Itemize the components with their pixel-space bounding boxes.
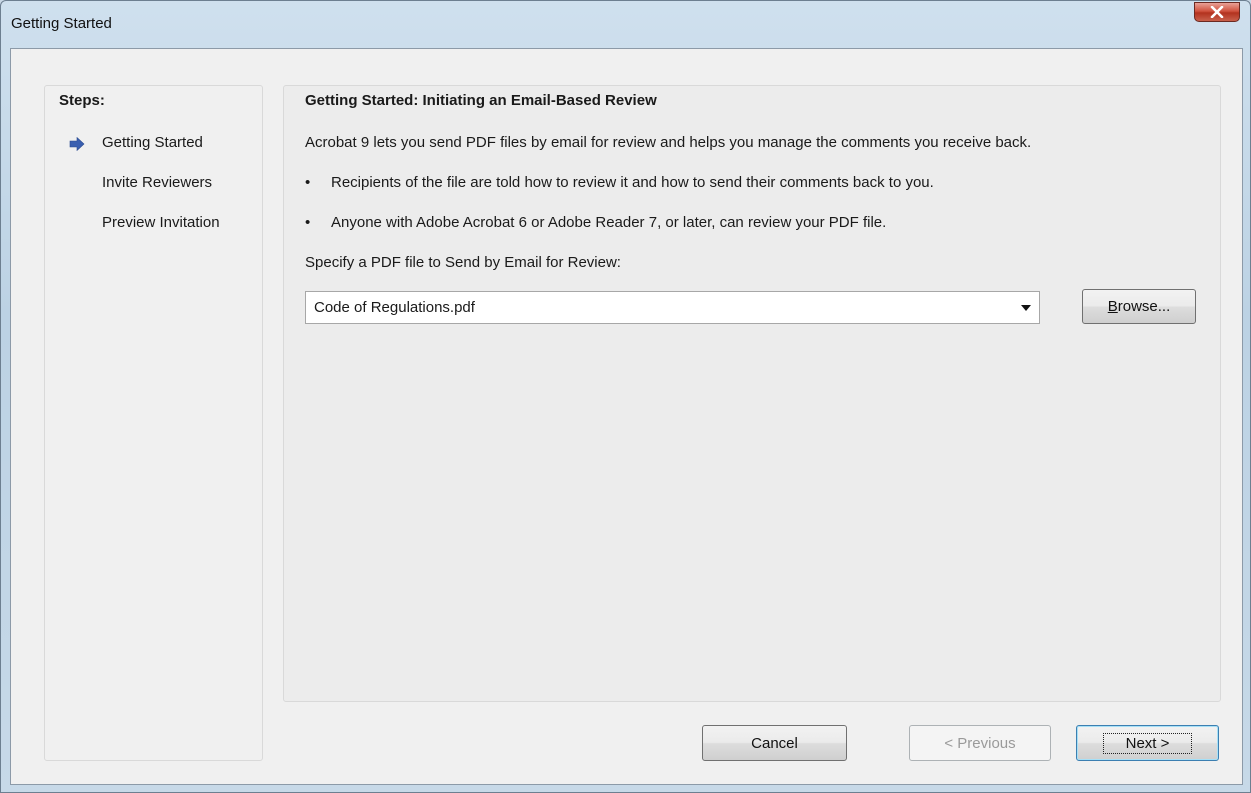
file-select-label: Specify a PDF file to Send by Email for … [305, 254, 621, 271]
previous-button[interactable]: < Previous [909, 725, 1051, 761]
cancel-button[interactable]: Cancel [702, 725, 847, 761]
browse-button[interactable]: Browse... [1082, 289, 1196, 324]
window-title: Getting Started [11, 15, 112, 32]
browse-label: Browse... [1107, 298, 1171, 315]
previous-label: < Previous [944, 734, 1016, 752]
bullet-text: Recipients of the file are told how to r… [331, 174, 934, 191]
pdf-file-combobox[interactable]: Code of Regulations.pdf [305, 291, 1040, 324]
pdf-file-value: Code of Regulations.pdf [314, 299, 475, 316]
dropdown-button[interactable] [1013, 292, 1039, 323]
close-icon [1210, 6, 1224, 18]
step-preview-invitation: Preview Invitation [102, 214, 220, 231]
main-panel: Getting Started: Initiating an Email-Bas… [283, 85, 1221, 702]
arrow-right-icon [69, 137, 85, 151]
dialog-window: Getting Started Steps: Getting Started I… [0, 0, 1251, 793]
steps-heading: Steps: [59, 92, 105, 109]
dialog-client-area: Steps: Getting Started Invite Reviewers … [10, 48, 1243, 785]
bullet-item: • Recipients of the file are told how to … [305, 174, 934, 191]
intro-text: Acrobat 9 lets you send PDF files by ema… [305, 134, 1032, 151]
step-getting-started: Getting Started [102, 134, 203, 151]
step-invite-reviewers: Invite Reviewers [102, 174, 213, 191]
next-button[interactable]: Next > [1076, 725, 1219, 761]
bullet-marker: • [305, 174, 311, 191]
title-bar[interactable]: Getting Started [1, 1, 1250, 47]
cancel-label: Cancel [751, 734, 798, 752]
next-label: Next > [1102, 732, 1193, 754]
chevron-down-icon [1021, 304, 1031, 311]
close-button[interactable] [1194, 2, 1240, 22]
bullet-marker: • [305, 214, 311, 231]
page-title: Getting Started: Initiating an Email-Bas… [305, 92, 657, 109]
bullet-item: • Anyone with Adobe Acrobat 6 or Adobe Re… [305, 214, 886, 231]
steps-panel: Steps: Getting Started Invite Reviewers … [44, 85, 263, 761]
bullet-text: Anyone with Adobe Acrobat 6 or Adobe Rea… [331, 214, 887, 231]
